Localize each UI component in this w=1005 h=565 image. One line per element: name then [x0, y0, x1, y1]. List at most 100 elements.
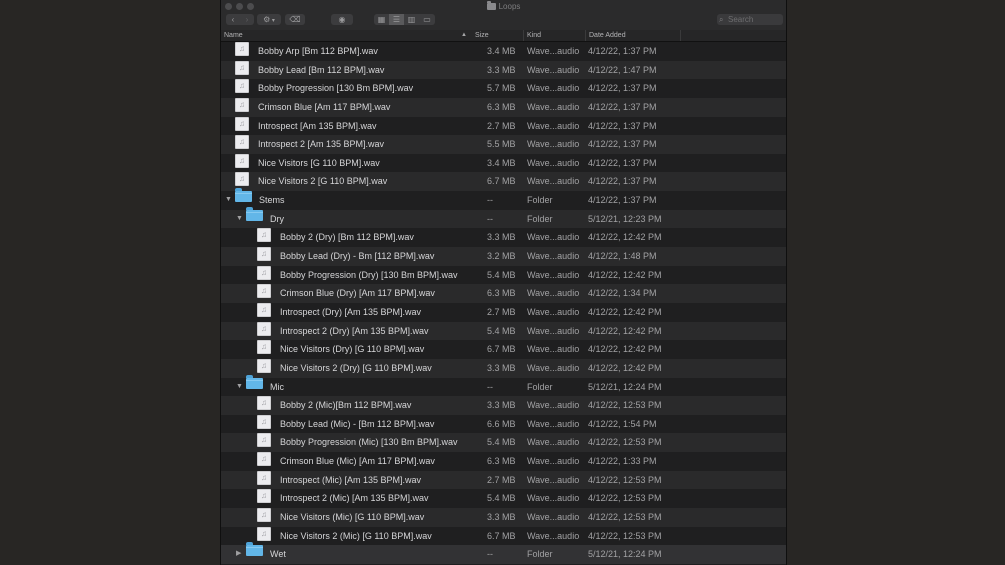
file-size: 6.7 MB: [487, 176, 516, 187]
file-row[interactable]: Bobby 2 (Mic)[Bm 112 BPM].wav 3.3 MB Wave.…: [221, 396, 786, 415]
file-row[interactable]: Nice Visitors (Mic) [G 110 BPM].wav 3.3 M…: [221, 508, 786, 527]
file-kind: Wave...audio: [527, 362, 580, 373]
file-row[interactable]: Nice Visitors 2 [G 110 BPM].wav 6.7 MB Wav…: [221, 172, 786, 192]
file-name: Introspect (Dry) [Am 135 BPM].wav: [280, 306, 422, 317]
file-row[interactable]: Introspect 2 (Dry) [Am 135 BPM].wav 5.4 M…: [221, 321, 786, 341]
file-row[interactable]: Bobby Progression (Mic) [130 Bm BPM].wav…: [221, 433, 786, 453]
file-kind: Wave...audio: [527, 344, 580, 355]
folder-row[interactable]: ▼ Mic -- Folder 5/12/21, 12:24 PM: [221, 374, 786, 397]
file-row[interactable]: Nice Visitors 2 (Mic) [G 110 BPM].wav 6.7…: [221, 526, 786, 546]
date-added: 4/12/22, 12:42 PM: [588, 344, 662, 355]
date-added: 4/12/22, 1:37 PM: [588, 195, 657, 206]
file-row[interactable]: Bobby 2 (Dry) [Bm 112 BPM].wav 3.3 MB Wave…: [221, 228, 786, 247]
date-added: 4/12/22, 1:37 PM: [588, 120, 657, 131]
forward-button[interactable]: ›: [240, 14, 254, 25]
file-name: Bobby 2 (Dry) [Bm 112 BPM].wav: [280, 232, 414, 243]
file-size: 6.3 MB: [487, 101, 516, 112]
date-added-column-header[interactable]: Date Added: [585, 30, 680, 41]
file-row[interactable]: Bobby Lead (Dry) - Bm [112 BPM].wav 3.2 M…: [221, 247, 786, 266]
size-header-label: Size: [475, 32, 489, 39]
file-row[interactable]: Introspect (Mic) [Am 135 BPM].wav 2.7 MB W…: [221, 470, 786, 490]
folder-icon: [486, 1, 496, 10]
file-size: --: [487, 195, 493, 206]
file-row[interactable]: Introspect 2 [Am 135 BPM].wav 5.5 MB Wave.…: [221, 135, 786, 154]
columns-icon: ▥: [407, 15, 416, 24]
folder-icon: [246, 542, 263, 557]
folder-icon: [246, 206, 263, 221]
file-kind: Wave...audio: [527, 493, 580, 504]
gallery-view-button[interactable]: ▭: [419, 14, 435, 25]
column-headers: Name ▲ Size Kind Date Added: [221, 30, 786, 42]
file-kind: Wave...audio: [527, 251, 580, 262]
file-row[interactable]: Bobby Progression [130 Bm BPM].wav 5.7 MB…: [221, 79, 786, 98]
file-row[interactable]: Introspect [Am 135 BPM].wav 2.7 MB Wave...…: [221, 116, 786, 136]
list-view-button[interactable]: ☰: [389, 14, 404, 25]
kind-header-label: Kind: [527, 32, 542, 39]
file-kind: Wave...audio: [527, 101, 580, 112]
audio-file-icon: [257, 284, 271, 299]
date-added: 4/12/22, 12:53 PM: [588, 474, 662, 485]
file-name: Nice Visitors (Mic) [G 110 BPM].wav: [280, 512, 425, 523]
date-added: 4/12/22, 1:37 PM: [588, 101, 657, 112]
date-added: 4/12/22, 1:33 PM: [588, 456, 657, 467]
tag-button[interactable]: ⌫: [285, 14, 305, 25]
audio-file-icon: [257, 228, 271, 243]
file-kind: Wave...audio: [527, 288, 580, 299]
file-size: 2.7 MB: [487, 474, 516, 485]
kind-column-header[interactable]: Kind: [523, 30, 585, 41]
folder-row[interactable]: ▶ Wet -- Folder 5/12/21, 12:24 PM: [221, 542, 786, 564]
audio-file-icon: [257, 433, 271, 448]
disclosure-expanded-icon[interactable]: ▼: [225, 191, 232, 210]
file-size: 5.4 MB: [487, 437, 516, 448]
folder-row[interactable]: ▼ Stems -- Folder 4/12/22, 1:37 PM: [221, 188, 786, 210]
folder-name: Mic: [270, 381, 284, 392]
file-kind: Wave...audio: [527, 232, 580, 243]
back-button[interactable]: ‹: [226, 14, 240, 25]
file-name: Bobby Progression [130 Bm BPM].wav: [258, 83, 414, 94]
file-row[interactable]: Nice Visitors (Dry) [G 110 BPM].wav 6.7 M…: [221, 340, 786, 359]
date-added: 5/12/21, 12:23 PM: [588, 213, 662, 224]
file-kind: Folder: [527, 381, 553, 392]
file-row[interactable]: Introspect (Dry) [Am 135 BPM].wav 2.7 MB W…: [221, 302, 786, 322]
file-row[interactable]: Nice Visitors 2 (Dry) [G 110 BPM].wav 3.3…: [221, 358, 786, 378]
file-row[interactable]: Nice Visitors [G 110 BPM].wav 3.4 MB Wave.…: [221, 153, 786, 173]
file-size: 6.6 MB: [487, 418, 516, 429]
audio-file-icon: [235, 153, 249, 168]
date-header-label: Date Added: [589, 32, 626, 39]
size-column-header[interactable]: Size: [472, 30, 523, 41]
audio-file-icon: [235, 97, 249, 112]
audio-file-icon: [257, 489, 271, 504]
file-name: Introspect 2 (Dry) [Am 135 BPM].wav: [280, 325, 429, 336]
folder-name: Stems: [259, 195, 285, 206]
file-row[interactable]: Bobby Lead [Bm 112 BPM].wav 3.3 MB Wave...…: [221, 60, 786, 80]
disclosure-expanded-icon[interactable]: ▼: [236, 210, 243, 229]
date-added: 5/12/21, 12:24 PM: [588, 381, 662, 392]
file-name: Bobby Lead (Mic) - [Bm 112 BPM].wav: [280, 418, 435, 429]
file-size: 2.7 MB: [487, 306, 516, 317]
column-view-button[interactable]: ▥: [404, 14, 419, 25]
file-name: Bobby Lead [Bm 112 BPM].wav: [258, 64, 385, 75]
search-input[interactable]: [728, 14, 780, 25]
file-size: 3.3 MB: [487, 400, 516, 411]
file-row[interactable]: Crimson Blue (Mic) [Am 117 BPM].wav 6.3 M…: [221, 452, 786, 471]
file-size: 6.7 MB: [487, 530, 516, 541]
name-column-header[interactable]: Name: [221, 30, 471, 41]
date-added: 4/12/22, 1:37 PM: [588, 139, 657, 150]
list-icon: ☰: [392, 15, 401, 24]
disclosure-expanded-icon[interactable]: ▼: [236, 378, 243, 397]
action-menu-button[interactable]: ⚙ ▾: [257, 14, 281, 25]
file-row[interactable]: Bobby Progression (Dry) [130 Bm BPM].wav…: [221, 265, 786, 285]
audio-file-icon: [257, 302, 271, 317]
folder-row[interactable]: ▼ Dry -- Folder 5/12/21, 12:23 PM: [221, 206, 786, 229]
icon-view-button[interactable]: ▦: [374, 14, 389, 25]
file-row[interactable]: Bobby Arp [Bm 112 BPM].wav 3.4 MB Wave...a…: [221, 42, 786, 61]
toolbar: Loops ‹ › ⚙ ▾ ⌫ ◉ ▦ ☰ ▥ ▭ ⌕: [221, 0, 786, 31]
file-row[interactable]: Crimson Blue [Am 117 BPM].wav 6.3 MB Wave.…: [221, 97, 786, 117]
grid-icon: ▦: [377, 15, 386, 24]
file-row[interactable]: Introspect 2 (Mic) [Am 135 BPM].wav 5.4 M…: [221, 489, 786, 508]
quick-look-button[interactable]: ◉: [331, 14, 353, 25]
file-row[interactable]: Bobby Lead (Mic) - [Bm 112 BPM].wav 6.6 M…: [221, 414, 786, 434]
file-row[interactable]: Crimson Blue (Dry) [Am 117 BPM].wav 6.3 M…: [221, 284, 786, 303]
file-kind: Folder: [527, 213, 553, 224]
disclosure-collapsed-icon[interactable]: ▶: [236, 545, 241, 564]
